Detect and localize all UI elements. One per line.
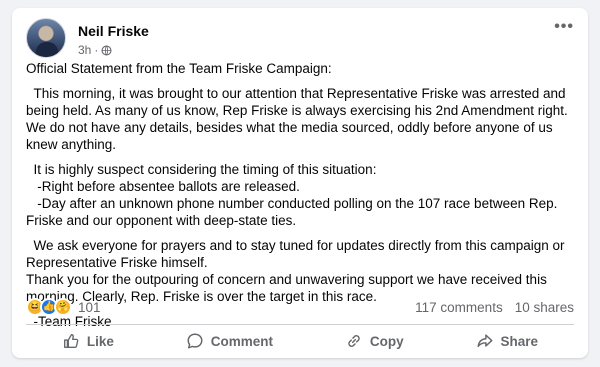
divider: [26, 324, 574, 325]
comment-icon: [187, 333, 203, 349]
care-icon: 🤗: [54, 298, 72, 316]
meta-separator: ·: [94, 43, 99, 57]
author-name[interactable]: Neil Friske: [78, 23, 149, 39]
reaction-count[interactable]: 101: [78, 300, 101, 315]
post-meta: 3h ·: [78, 43, 112, 57]
link-icon: [348, 335, 360, 347]
thumbs-up-icon: [63, 334, 79, 348]
post-paragraph: It is highly suspect considering the tim…: [26, 162, 558, 228]
copy-button[interactable]: Copy: [333, 328, 416, 354]
globe-icon[interactable]: [101, 44, 112, 56]
share-label: Share: [500, 333, 539, 349]
avatar[interactable]: [26, 18, 66, 58]
action-bar: Like Comment Copy Share: [26, 326, 574, 356]
comments-count[interactable]: 117 comments: [415, 300, 503, 315]
engagement-stats: 😆 👍 🤗 101 117 comments 10 shares: [26, 296, 574, 318]
share-button[interactable]: Share: [464, 328, 551, 354]
post-paragraph: We ask everyone for prayers and to stay …: [26, 238, 565, 304]
more-options-icon[interactable]: •••: [554, 19, 574, 35]
shares-count[interactable]: 10 shares: [515, 300, 574, 315]
comment-label: Comment: [210, 333, 274, 349]
copy-label: Copy: [369, 333, 404, 349]
comment-button[interactable]: Comment: [174, 328, 285, 354]
like-button[interactable]: Like: [50, 328, 126, 354]
post-time[interactable]: 3h: [78, 43, 91, 57]
share-icon: [477, 334, 493, 348]
reaction-summary[interactable]: 😆 👍 🤗 101: [26, 298, 101, 316]
like-label: Like: [86, 333, 114, 349]
post-card: Neil Friske 3h · ••• Official Statement …: [12, 8, 588, 358]
post-paragraph: This morning, it was brought to our atte…: [26, 86, 572, 152]
post-body: Official Statement from the Team Friske …: [26, 60, 578, 330]
post-paragraph: Official Statement from the Team Friske …: [26, 61, 332, 76]
